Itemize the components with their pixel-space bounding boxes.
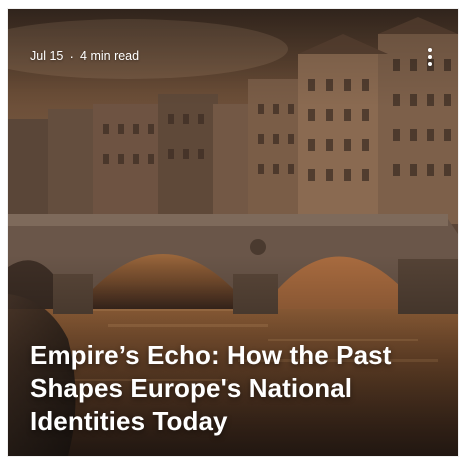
article-card[interactable]: Jul 15 · 4 min read Empire’s Echo: How t… (8, 9, 458, 456)
article-title[interactable]: Empire’s Echo: How the Past Shapes Europ… (30, 339, 440, 438)
more-vertical-icon[interactable] (420, 46, 440, 68)
read-time: 4 min read (80, 49, 140, 63)
article-meta: Jul 15 · 4 min read (30, 49, 139, 63)
meta-separator: · (69, 48, 75, 64)
publish-date: Jul 15 (30, 49, 64, 63)
